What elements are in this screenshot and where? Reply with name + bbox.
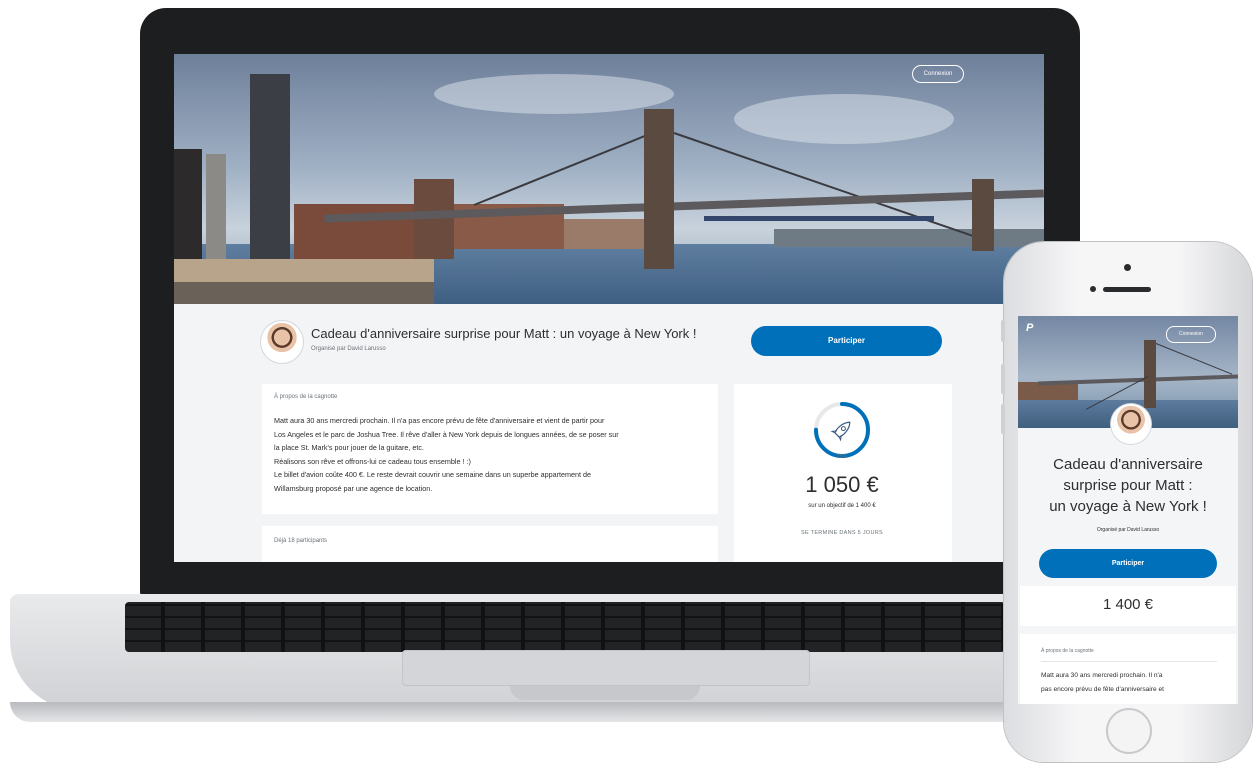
phone-about-line: pas encore prévu de fête d'anniversaire … <box>1041 686 1164 693</box>
about-line: Réalisons son rêve et offrons-lui ce cad… <box>274 456 471 466</box>
cloud <box>434 74 674 114</box>
phone-about-line: Matt aura 30 ans mercredi prochain. Il n… <box>1041 672 1163 679</box>
progress-ring <box>814 402 870 458</box>
campaign-title: Cadeau d'anniversaire surprise pour Matt… <box>311 326 697 341</box>
laptop-notch <box>510 686 700 700</box>
phone-speaker <box>1103 287 1151 292</box>
phone-raised-amount: 1 400 € <box>1102 596 1154 613</box>
about-line: Le billet d'avion coûte 400 €. Le reste … <box>274 470 592 479</box>
building <box>206 154 226 259</box>
phone-about-heading: À propos de la cagnotte <box>1041 648 1094 654</box>
phone-organizer-avatar <box>1113 406 1149 442</box>
phone-login-button[interactable]: Connexion <box>1166 326 1216 343</box>
bridge-cable <box>473 132 651 206</box>
hero-image: Connexion <box>174 54 1044 304</box>
about-heading: À propos de la cagnotte <box>274 394 338 400</box>
about-line: la place St. Mark's pour jouer de la gui… <box>274 443 424 452</box>
phone-participate-button[interactable]: Participer <box>1039 549 1217 578</box>
organizer-name: Organisé par David Larusso <box>311 346 386 352</box>
participants-card: Déjà 18 participants <box>262 526 718 562</box>
building <box>564 219 644 249</box>
raised-amount: 1 050 € <box>805 472 879 497</box>
phone-side-button <box>1001 404 1005 434</box>
phone-screen: P Connexion Cadeau d'anniversaire surpri… <box>1018 316 1238 704</box>
bridge-cable <box>673 132 977 239</box>
phone-sensor <box>1090 286 1096 292</box>
bridge-cable <box>1155 343 1233 375</box>
about-card: À propos de la cagnotte Matt aura 30 ans… <box>262 384 718 514</box>
phone-title-line: Cadeau d'anniversaire <box>1053 456 1203 473</box>
divider <box>1041 661 1217 662</box>
phone-campaign-title: Cadeau d'anniversaire surprise pour Matt… <box>1018 454 1238 517</box>
phone-title-line: surprise pour Matt : <box>1063 477 1193 494</box>
paypal-logo-icon: P <box>1026 322 1034 334</box>
organizer-avatar <box>263 323 301 361</box>
phone-side-button <box>1001 364 1005 394</box>
about-line: Matt aura 30 ans mercredi prochain. Il n… <box>274 416 605 425</box>
cloud <box>734 94 954 144</box>
about-text: Matt aura 30 ans mercredi prochain. Il n… <box>274 414 714 495</box>
skyscraper <box>250 74 290 259</box>
phone-home-button[interactable] <box>1106 708 1152 754</box>
phone-side-button <box>1001 320 1005 342</box>
laptop-screen: Connexion Cadeau d'anniversaire surprise… <box>174 54 1044 562</box>
bridge-tower <box>644 109 674 269</box>
progress-percent: 75% <box>836 454 847 460</box>
laptop-keyboard <box>125 602 1005 652</box>
participants-count: Déjà 18 participants <box>274 538 328 544</box>
building <box>174 149 202 259</box>
login-button[interactable]: Connexion <box>912 65 964 83</box>
laptop-trackpad <box>402 650 810 686</box>
about-line: Los Angeles et le parc de Joshua Tree. I… <box>274 429 619 439</box>
laptop-base-lip <box>10 702 1050 722</box>
rocket-icon <box>830 421 851 442</box>
phone-camera <box>1124 264 1131 271</box>
phone-title-line: un voyage à New York ! <box>1049 498 1207 515</box>
phone-organizer-name: Organisé par David Larusso <box>1096 527 1160 533</box>
bridge-tower <box>1144 340 1156 408</box>
goal-amount: sur un objectif de 1 400 € <box>808 503 876 509</box>
waterfront <box>174 282 434 304</box>
time-remaining: SE TERMINE DANS 5 JOURS <box>801 530 883 536</box>
far-shore <box>774 229 1044 247</box>
phone-about-text: Matt aura 30 ans mercredi prochain. Il n… <box>1041 669 1221 697</box>
distant-bridge <box>704 216 934 221</box>
bridge-tower <box>972 179 994 251</box>
about-line: Willamsburg proposé par une agence de lo… <box>274 483 433 493</box>
participate-button[interactable]: Participer <box>751 326 942 356</box>
